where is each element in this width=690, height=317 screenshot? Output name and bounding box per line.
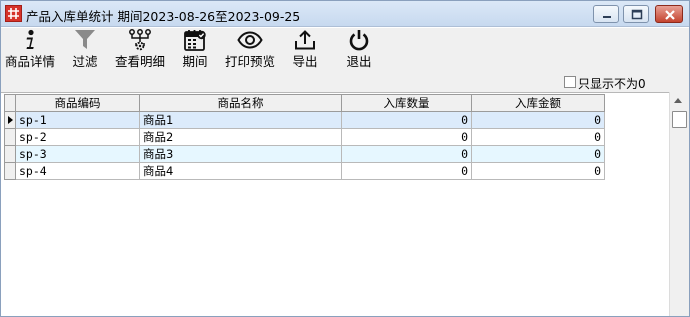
cell-qty[interactable]: 0 bbox=[341, 111, 472, 129]
row-indicator bbox=[4, 128, 16, 146]
close-button[interactable] bbox=[655, 5, 683, 23]
cell-name[interactable]: 商品1 bbox=[139, 111, 342, 129]
table-header-row: 商品编码 商品名称 入库数量 入库金额 bbox=[4, 94, 605, 112]
table-row[interactable]: sp-3 商品3 0 0 bbox=[4, 145, 605, 163]
cell-amount[interactable]: 0 bbox=[471, 128, 605, 146]
row-indicator bbox=[4, 111, 16, 129]
cell-name[interactable]: 商品2 bbox=[139, 128, 342, 146]
title-bar[interactable]: 产品入库单统计 期间2023-08-26至2023-09-25 bbox=[1, 1, 689, 27]
cell-amount[interactable]: 0 bbox=[471, 145, 605, 163]
power-icon bbox=[349, 30, 369, 51]
minimize-button[interactable] bbox=[593, 5, 619, 23]
cell-amount[interactable]: 0 bbox=[471, 111, 605, 129]
cell-code[interactable]: sp-1 bbox=[15, 111, 140, 129]
row-indicator bbox=[4, 145, 16, 163]
window-title: 产品入库单统计 期间2023-08-26至2023-09-25 bbox=[26, 9, 301, 24]
view-detail-button[interactable]: 查看明细 bbox=[113, 28, 167, 72]
table-row[interactable]: sp-2 商品2 0 0 bbox=[4, 128, 605, 146]
close-icon bbox=[665, 10, 675, 20]
eye-icon bbox=[237, 31, 263, 49]
cell-qty[interactable]: 0 bbox=[341, 162, 472, 180]
row-indicator bbox=[4, 162, 16, 180]
cell-qty[interactable]: 0 bbox=[341, 145, 472, 163]
toolbar-label: 商品详情 bbox=[4, 54, 55, 69]
toolbar-label: 导出 bbox=[292, 54, 318, 69]
export-button[interactable]: 导出 bbox=[287, 28, 323, 72]
column-header-amount[interactable]: 入库金额 bbox=[471, 94, 605, 112]
toolbar: 商品详情 过滤 查看明细 期间 打印预览 导出 退出 bbox=[1, 28, 689, 72]
scroll-thumb[interactable] bbox=[672, 111, 687, 128]
info-icon bbox=[26, 29, 34, 49]
row-indicator-header bbox=[4, 94, 16, 112]
toolbar-label: 过滤 bbox=[72, 54, 98, 69]
cell-code[interactable]: sp-4 bbox=[15, 162, 140, 180]
app-logo-icon bbox=[5, 5, 22, 22]
period-button[interactable]: 期间 bbox=[177, 28, 213, 72]
product-detail-button[interactable]: 商品详情 bbox=[3, 28, 57, 72]
inbound-table: 商品编码 商品名称 入库数量 入库金额 sp-1 商品1 0 0 sp-2 商品… bbox=[4, 94, 605, 180]
filter-icon bbox=[75, 30, 95, 49]
show-nonzero-checkbox[interactable] bbox=[564, 76, 576, 88]
maximize-button[interactable] bbox=[623, 5, 649, 23]
filter-button[interactable]: 过滤 bbox=[65, 28, 105, 72]
cell-code[interactable]: sp-3 bbox=[15, 145, 140, 163]
column-header-qty[interactable]: 入库数量 bbox=[341, 94, 472, 112]
current-row-arrow-icon bbox=[8, 116, 13, 124]
toolbar-label: 查看明细 bbox=[114, 54, 165, 69]
show-nonzero-label[interactable]: 只显示不为0 bbox=[578, 75, 646, 92]
exit-button[interactable]: 退出 bbox=[341, 28, 377, 72]
minimize-icon bbox=[603, 16, 611, 18]
cell-qty[interactable]: 0 bbox=[341, 128, 472, 146]
app-window: 产品入库单统计 期间2023-08-26至2023-09-25 商品详情 过滤 bbox=[0, 0, 690, 317]
data-grid: 商品编码 商品名称 入库数量 入库金额 sp-1 商品1 0 0 sp-2 商品… bbox=[1, 92, 669, 316]
table-row[interactable]: sp-4 商品4 0 0 bbox=[4, 162, 605, 180]
options-bar: 只显示不为0 bbox=[1, 72, 689, 92]
calendar-icon bbox=[184, 30, 206, 51]
export-icon bbox=[295, 30, 315, 50]
detail-tree-icon bbox=[129, 29, 151, 51]
cell-name[interactable]: 商品4 bbox=[139, 162, 342, 180]
print-preview-button[interactable]: 打印预览 bbox=[223, 28, 277, 72]
toolbar-label: 期间 bbox=[182, 54, 208, 69]
toolbar-label: 退出 bbox=[346, 54, 372, 69]
vertical-scrollbar[interactable] bbox=[669, 92, 689, 316]
cell-code[interactable]: sp-2 bbox=[15, 128, 140, 146]
column-header-name[interactable]: 商品名称 bbox=[139, 94, 342, 112]
toolbar-label: 打印预览 bbox=[224, 54, 275, 69]
cell-name[interactable]: 商品3 bbox=[139, 145, 342, 163]
table-row[interactable]: sp-1 商品1 0 0 bbox=[4, 111, 605, 129]
column-header-code[interactable]: 商品编码 bbox=[15, 94, 140, 112]
maximize-icon bbox=[631, 9, 643, 20]
cell-amount[interactable]: 0 bbox=[471, 162, 605, 180]
scroll-up-arrow-icon[interactable] bbox=[674, 98, 682, 103]
